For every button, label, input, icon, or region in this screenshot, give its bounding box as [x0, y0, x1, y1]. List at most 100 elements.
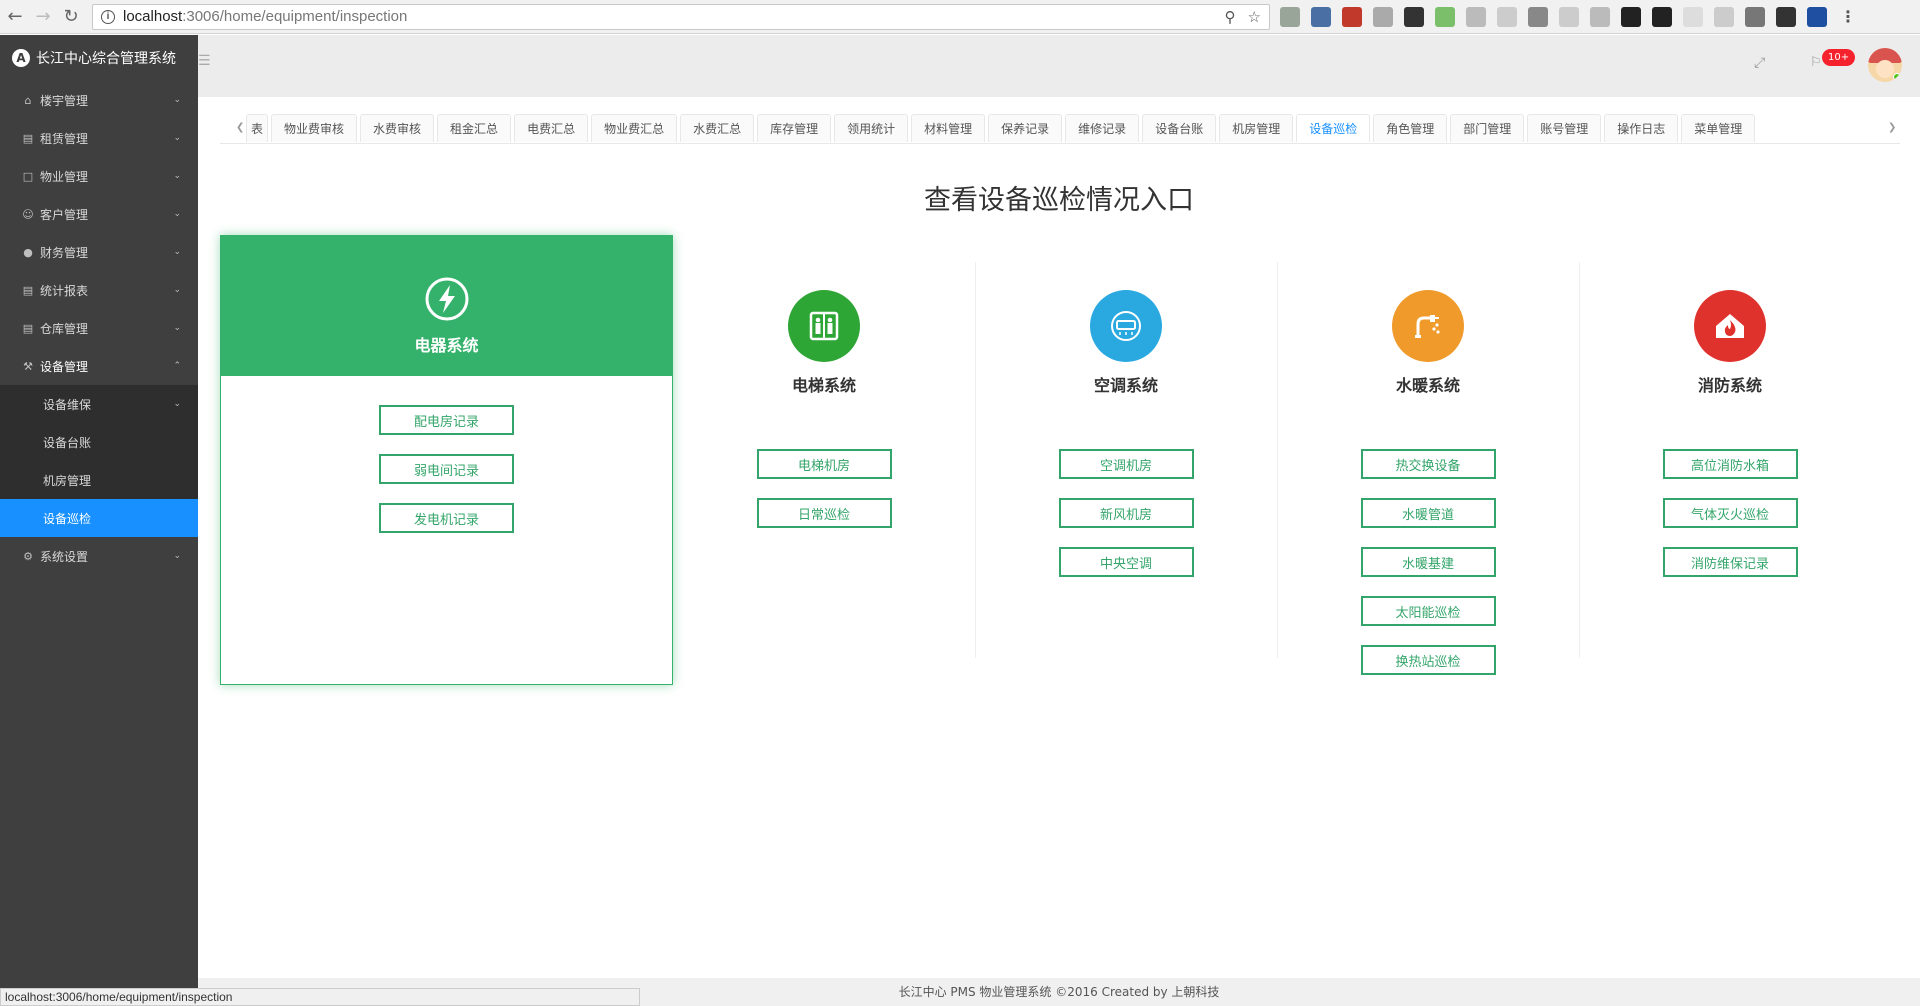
extension-octocat-icon[interactable]: [1621, 6, 1641, 27]
tab-item[interactable]: 租金汇总: [437, 114, 512, 142]
browser-toolbar: ← → ↻ i localhost:3006/home/equipment/in…: [0, 0, 1920, 34]
tab-item[interactable]: 维修记录: [1065, 114, 1140, 142]
fullscreen-icon[interactable]: ⤢: [1754, 55, 1765, 71]
browser-status-url: localhost:3006/home/equipment/inspection: [0, 988, 640, 1006]
extension-red-icon[interactable]: [1342, 6, 1362, 27]
extension-on-icon[interactable]: [1776, 6, 1796, 27]
sidebar-subitem-inspection[interactable]: 设备巡检: [0, 499, 198, 537]
zoom-icon[interactable]: ⚲: [1225, 8, 1236, 26]
inspection-record-button[interactable]: 新风机房: [1058, 498, 1194, 528]
github-extension-icon[interactable]: [1466, 6, 1486, 27]
tab-list: 表物业费审核 水费审核 租金汇总 电费汇总 物业费汇总 水费汇总 库存管理 领用统计 材料管理保…: [246, 114, 1866, 144]
extension-green-icon[interactable]: [1435, 6, 1455, 27]
sidebar-subitem-maintenance[interactable]: 设备维保 ⌄: [0, 385, 198, 423]
sidebar-item-settings[interactable]: ⚙ 系统设置 ⌄: [0, 537, 198, 575]
tab-item[interactable]: 操作日志: [1604, 114, 1679, 142]
tab-item[interactable]: 水费审核: [360, 114, 435, 142]
app-title: 长江中心综合管理系统: [36, 51, 176, 67]
extension-square-icon[interactable]: [1745, 6, 1765, 27]
extension-tile-icon[interactable]: [1683, 6, 1703, 27]
app-logo[interactable]: A 长江中心综合管理系统: [0, 35, 198, 81]
sidebar-item-finance[interactable]: ● 财务管理 ⌄: [0, 233, 198, 271]
sidebar-subitem-ledger[interactable]: 设备台账: [0, 423, 198, 461]
extension-39-icon[interactable]: [1311, 6, 1331, 27]
tab-item[interactable]: 保养记录: [988, 114, 1063, 142]
inspection-record-button[interactable]: 发电机记录: [379, 503, 514, 533]
tab-item[interactable]: 物业费汇总: [591, 114, 678, 142]
chevron-down-icon: ⌄: [173, 323, 181, 333]
menu-fold-icon[interactable]: ☰: [198, 53, 211, 69]
tab-item[interactable]: 库存管理: [757, 114, 832, 142]
reload-icon[interactable]: ↻: [58, 4, 84, 30]
inspection-record-button[interactable]: 中央空调: [1058, 547, 1194, 577]
inspection-record-button[interactable]: 热交换设备: [1360, 449, 1496, 479]
inspection-record-button[interactable]: 换热站巡检: [1360, 645, 1496, 675]
menu-kebab-icon[interactable]: ⋮: [1838, 7, 1858, 27]
address-bar[interactable]: i localhost:3006/home/equipment/inspecti…: [92, 3, 1270, 30]
sidebar-item-reports[interactable]: ▤ 统计报表 ⌄: [0, 271, 198, 309]
elevator-button-list: 电梯机房 日常巡检: [756, 449, 892, 547]
bookmark-star-icon[interactable]: ☆: [1248, 8, 1261, 26]
translate-extension-icon[interactable]: [1280, 6, 1300, 27]
notification-flag-icon[interactable]: ⚐: [1810, 55, 1822, 70]
extension-search-icon[interactable]: [1559, 6, 1579, 27]
sidebar: A 长江中心综合管理系统 ⌂ 楼宇管理 ⌄ ▤ 租赁管理 ⌄ □ 物业管理 ⌄ …: [0, 35, 198, 1006]
tab-scroll-left-icon[interactable]: ❮: [236, 122, 244, 133]
sidebar-item-building[interactable]: ⌂ 楼宇管理 ⌄: [0, 81, 198, 119]
extension-compass-icon[interactable]: [1714, 6, 1734, 27]
github-icon[interactable]: [1652, 6, 1672, 27]
extension-v-icon[interactable]: [1373, 6, 1393, 27]
sidebar-item-warehouse[interactable]: ▤ 仓库管理 ⌄: [0, 309, 198, 347]
inspection-record-button[interactable]: 太阳能巡检: [1360, 596, 1496, 626]
inspection-record-button[interactable]: 水暖基建: [1360, 547, 1496, 577]
sidebar-subitem-label: 机房管理: [43, 473, 92, 488]
extension-grid-icon[interactable]: [1528, 6, 1548, 27]
tab-item[interactable]: 领用统计: [834, 114, 909, 142]
url-host: localhost: [123, 8, 183, 25]
inspection-record-button[interactable]: 弱电间记录: [379, 454, 514, 484]
inspection-record-button[interactable]: 消防维保记录: [1662, 547, 1798, 577]
notification-badge[interactable]: 10+: [1822, 49, 1856, 66]
sidebar-item-lease[interactable]: ▤ 租赁管理 ⌄: [0, 119, 198, 157]
inspection-record-button[interactable]: 高位消防水箱: [1662, 449, 1798, 479]
column-divider: [1277, 262, 1278, 658]
extension-pen-icon[interactable]: [1497, 6, 1517, 27]
back-icon[interactable]: ←: [2, 4, 28, 30]
tab-item[interactable]: 部门管理: [1450, 114, 1525, 142]
tab-item[interactable]: 机房管理: [1219, 114, 1294, 142]
chevron-down-icon: ⌄: [173, 171, 181, 181]
chevron-down-icon: ⌄: [173, 551, 181, 561]
sidebar-item-property[interactable]: □ 物业管理 ⌄: [0, 157, 198, 195]
tab-scroll-right-icon[interactable]: ❯: [1888, 122, 1896, 133]
column-divider: [1579, 262, 1580, 658]
inspection-record-button[interactable]: 电梯机房: [756, 449, 892, 479]
tab-item[interactable]: 菜单管理: [1681, 114, 1756, 142]
inspection-record-button[interactable]: 配电房记录: [379, 405, 514, 435]
tab-item[interactable]: 物业费审核: [271, 114, 358, 142]
forward-icon[interactable]: →: [30, 4, 56, 30]
extension-dot-icon[interactable]: [1590, 6, 1610, 27]
tab-bar: ❮ 表物业费审核 水费审核 租金汇总 电费汇总 物业费汇总 水费汇总 库存管理 领用统计 材料管…: [220, 114, 1900, 144]
tab-item[interactable]: 电费汇总: [514, 114, 589, 142]
tab-item[interactable]: 表: [246, 114, 269, 142]
extension-z-icon[interactable]: [1807, 6, 1827, 27]
tab-item[interactable]: 水费汇总: [680, 114, 755, 142]
tab-item[interactable]: 账号管理: [1527, 114, 1602, 142]
tab-item[interactable]: 设备台账: [1142, 114, 1217, 142]
sidebar-item-customer[interactable]: ☺ 客户管理 ⌄: [0, 195, 198, 233]
sidebar-subitem-machine-room[interactable]: 机房管理: [0, 461, 198, 499]
tab-item[interactable]: 材料管理: [911, 114, 986, 142]
inspection-record-button[interactable]: 空调机房: [1058, 449, 1194, 479]
site-info-icon[interactable]: i: [101, 9, 115, 24]
sidebar-item-label: 财务管理: [40, 245, 89, 260]
chevron-down-icon: ⌄: [173, 285, 181, 295]
sidebar-item-equipment[interactable]: ⚒ 设备管理 ⌃: [0, 347, 198, 385]
inspection-record-button[interactable]: 水暖管道: [1360, 498, 1496, 528]
tab-item[interactable]: 角色管理: [1373, 114, 1448, 142]
inspection-record-button[interactable]: 日常巡检: [756, 498, 892, 528]
extension-bird-icon[interactable]: [1404, 6, 1424, 27]
inspection-record-button[interactable]: 气体灭火巡检: [1662, 498, 1798, 528]
tab-item[interactable]: 设备巡检: [1296, 114, 1371, 142]
page-title: 查看设备巡检情况入口: [924, 185, 1194, 216]
avatar[interactable]: [1868, 48, 1902, 82]
